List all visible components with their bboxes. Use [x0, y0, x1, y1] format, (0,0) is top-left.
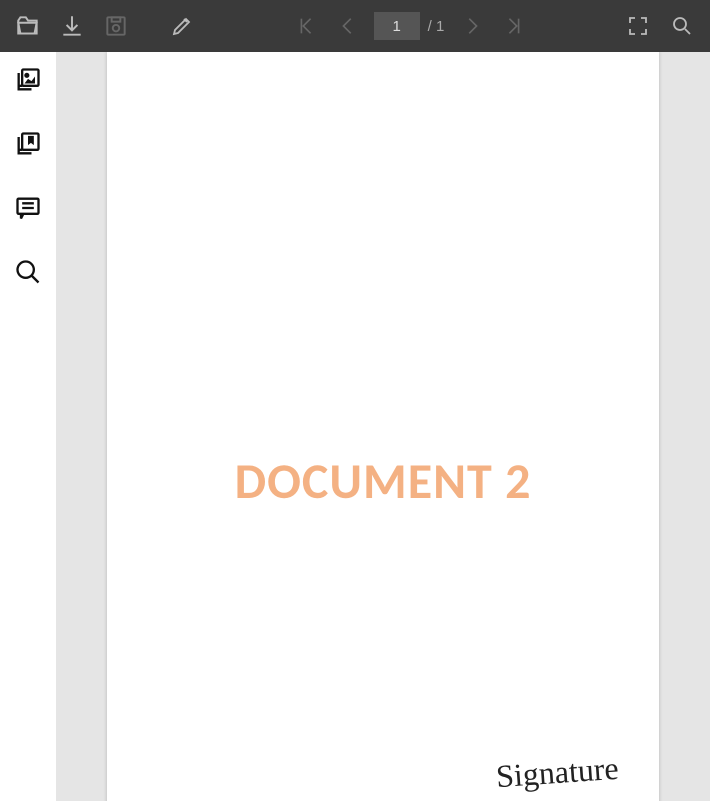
left-sidebar [0, 52, 56, 801]
first-page-icon [295, 15, 317, 37]
signature-text: Signature [495, 750, 620, 795]
edit-button[interactable] [162, 6, 202, 46]
annotations-button[interactable] [10, 190, 46, 226]
last-page-button [494, 6, 534, 46]
download-icon [59, 13, 85, 39]
open-file-button[interactable] [8, 6, 48, 46]
next-page-button [452, 6, 492, 46]
bookmarks-button[interactable] [10, 126, 46, 162]
search-icon [670, 14, 694, 38]
first-page-button [286, 6, 326, 46]
main-area: DOCUMENT 2 Signature [0, 52, 710, 801]
page-number-input[interactable] [374, 12, 420, 40]
fullscreen-button[interactable] [618, 6, 658, 46]
chevron-right-icon [461, 15, 483, 37]
save-button [96, 6, 136, 46]
search-button[interactable] [662, 6, 702, 46]
page-total-label: / 1 [428, 18, 445, 35]
page-navigation: / 1 [286, 6, 535, 46]
toolbar-right-group [618, 6, 702, 46]
search-icon [14, 258, 42, 286]
bookmark-stack-icon [14, 130, 42, 158]
pencil-icon [170, 14, 194, 38]
expand-icon [626, 14, 650, 38]
floppy-disk-icon [103, 13, 129, 39]
thumbnails-icon [14, 66, 42, 94]
chevron-left-icon [337, 15, 359, 37]
top-toolbar: / 1 [0, 0, 710, 52]
comment-icon [14, 194, 42, 222]
sidebar-search-button[interactable] [10, 254, 46, 290]
document-title: DOCUMENT 2 [107, 451, 659, 512]
last-page-icon [503, 15, 525, 37]
prev-page-button [328, 6, 368, 46]
download-button[interactable] [52, 6, 92, 46]
folder-open-icon [15, 13, 41, 39]
document-viewport[interactable]: DOCUMENT 2 Signature [56, 52, 710, 801]
thumbnails-button[interactable] [10, 62, 46, 98]
document-page: DOCUMENT 2 Signature [107, 52, 659, 801]
